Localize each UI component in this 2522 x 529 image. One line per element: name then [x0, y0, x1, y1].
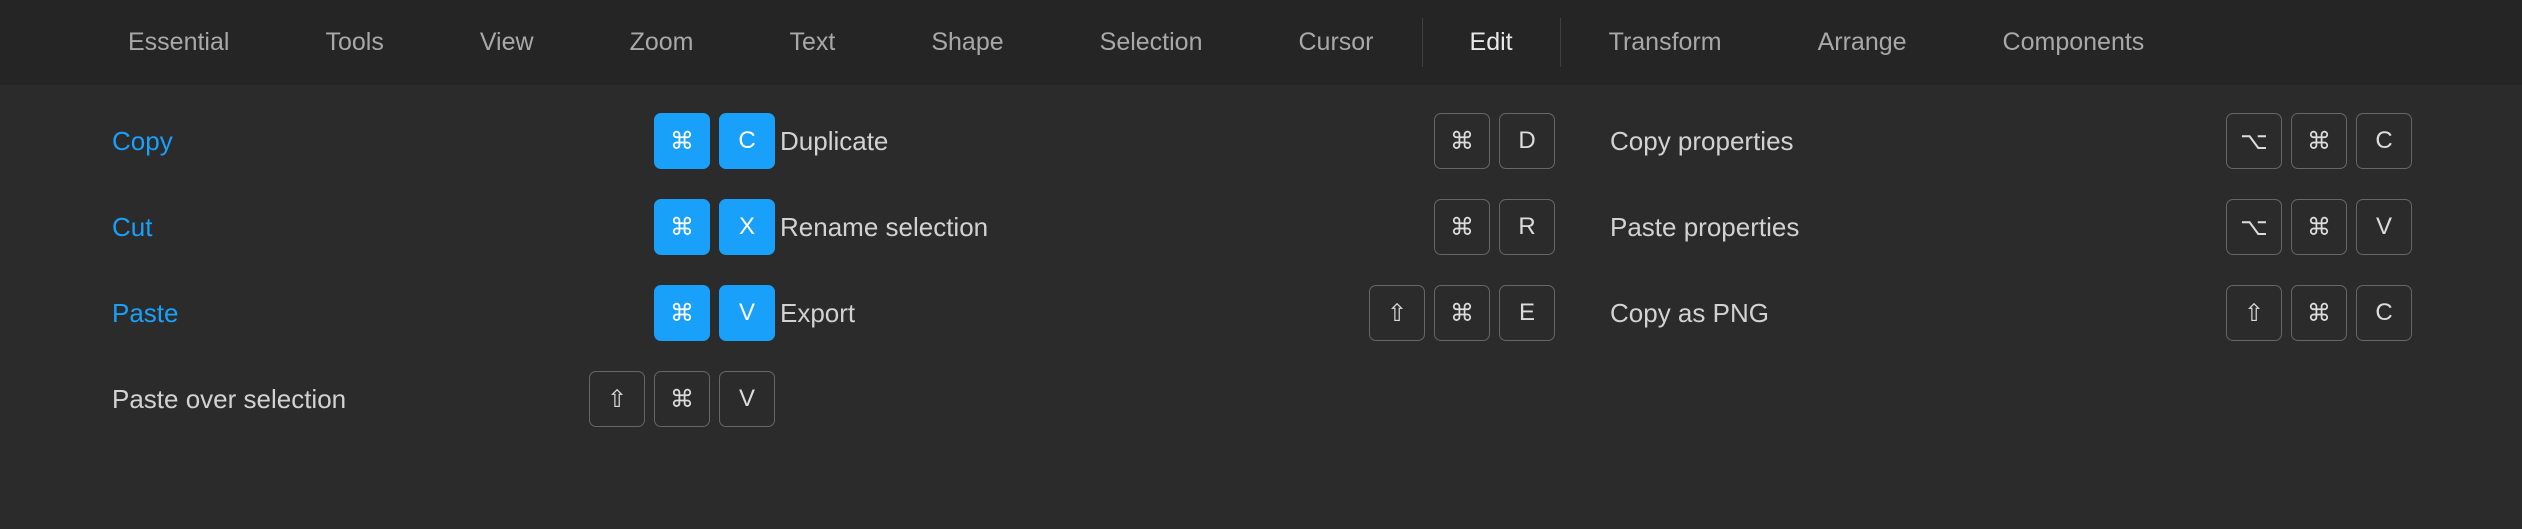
shift-key-icon: ⇧ [1369, 285, 1425, 341]
shortcut-list: Copy⌘CCut⌘XPaste⌘VPaste over selection⇧⌘… [0, 85, 2522, 455]
shortcut-label[interactable]: Paste properties [1610, 212, 1799, 243]
shortcut-row: Copy ⌘C [112, 113, 775, 169]
shortcut-label[interactable]: Rename selection [780, 212, 988, 243]
shortcut-keys: ⌘C [654, 113, 775, 169]
cmd-key-icon: ⌘ [654, 113, 710, 169]
shortcut-label[interactable]: Copy [112, 126, 173, 157]
cmd-key-icon: ⌘ [2291, 113, 2347, 169]
shortcut-keys: ⇧⌘E [1369, 285, 1555, 341]
shortcut-row: Export ⇧⌘E [780, 285, 1555, 341]
cmd-key-icon: ⌘ [654, 199, 710, 255]
shortcut-label[interactable]: Paste over selection [112, 384, 346, 415]
shortcut-column: Duplicate⌘DRename selection⌘RExport⇧⌘E [775, 113, 1555, 427]
tab-view[interactable]: View [432, 0, 582, 85]
shortcut-keys: ⌥⌘V [2226, 199, 2412, 255]
cmd-key-icon: ⌘ [1434, 113, 1490, 169]
tab-zoom[interactable]: Zoom [582, 0, 742, 85]
shortcut-row: Duplicate ⌘D [780, 113, 1555, 169]
shortcut-row: Copy properties ⌥⌘C [1610, 113, 2412, 169]
tab-selection[interactable]: Selection [1052, 0, 1251, 85]
cmd-key-icon: ⌘ [2291, 199, 2347, 255]
shortcut-label[interactable]: Copy as PNG [1610, 298, 1769, 329]
tab-components[interactable]: Components [1955, 0, 2193, 85]
shortcut-column: Copy properties⌥⌘CPaste properties⌥⌘VCop… [1555, 113, 2522, 427]
tab-tools[interactable]: Tools [277, 0, 431, 85]
shortcut-keys: ⌘V [654, 285, 775, 341]
tab-shape[interactable]: Shape [883, 0, 1051, 85]
cmd-key-icon: ⌘ [654, 285, 710, 341]
key-v: V [719, 371, 775, 427]
tab-essential[interactable]: Essential [80, 0, 277, 85]
shortcut-label[interactable]: Duplicate [780, 126, 888, 157]
key-v: V [719, 285, 775, 341]
key-v: V [2356, 199, 2412, 255]
shortcut-row: Rename selection ⌘R [780, 199, 1555, 255]
shortcut-label[interactable]: Export [780, 298, 855, 329]
shortcut-keys: ⌘D [1434, 113, 1555, 169]
category-tabbar: EssentialToolsViewZoomTextShapeSelection… [0, 0, 2522, 85]
key-r: R [1499, 199, 1555, 255]
key-c: C [2356, 113, 2412, 169]
cmd-key-icon: ⌘ [1434, 285, 1490, 341]
shortcut-row: Paste ⌘V [112, 285, 775, 341]
shortcut-keys: ⇧⌘C [2226, 285, 2412, 341]
option-key-icon: ⌥ [2226, 113, 2282, 169]
shortcut-row: Copy as PNG ⇧⌘C [1610, 285, 2412, 341]
shortcut-keys: ⌥⌘C [2226, 113, 2412, 169]
shortcut-keys: ⌘R [1434, 199, 1555, 255]
shortcut-keys: ⇧⌘V [589, 371, 775, 427]
tab-arrange[interactable]: Arrange [1770, 0, 1955, 85]
shortcut-row: Cut ⌘X [112, 199, 775, 255]
key-x: X [719, 199, 775, 255]
key-c: C [2356, 285, 2412, 341]
shortcut-keys: ⌘X [654, 199, 775, 255]
shortcut-row: Paste properties ⌥⌘V [1610, 199, 2412, 255]
tab-edit[interactable]: Edit [1422, 0, 1561, 85]
shortcut-column: Copy⌘CCut⌘XPaste⌘VPaste over selection⇧⌘… [0, 113, 775, 427]
cmd-key-icon: ⌘ [1434, 199, 1490, 255]
shortcut-label[interactable]: Paste [112, 298, 179, 329]
shortcut-row: Paste over selection ⇧⌘V [112, 371, 775, 427]
cmd-key-icon: ⌘ [2291, 285, 2347, 341]
option-key-icon: ⌥ [2226, 199, 2282, 255]
tab-text[interactable]: Text [741, 0, 883, 85]
shortcut-label[interactable]: Copy properties [1610, 126, 1794, 157]
shift-key-icon: ⇧ [589, 371, 645, 427]
tab-cursor[interactable]: Cursor [1251, 0, 1422, 85]
key-c: C [719, 113, 775, 169]
cmd-key-icon: ⌘ [654, 371, 710, 427]
tab-transform[interactable]: Transform [1561, 0, 1770, 85]
key-d: D [1499, 113, 1555, 169]
shift-key-icon: ⇧ [2226, 285, 2282, 341]
key-e: E [1499, 285, 1555, 341]
shortcut-label[interactable]: Cut [112, 212, 152, 243]
